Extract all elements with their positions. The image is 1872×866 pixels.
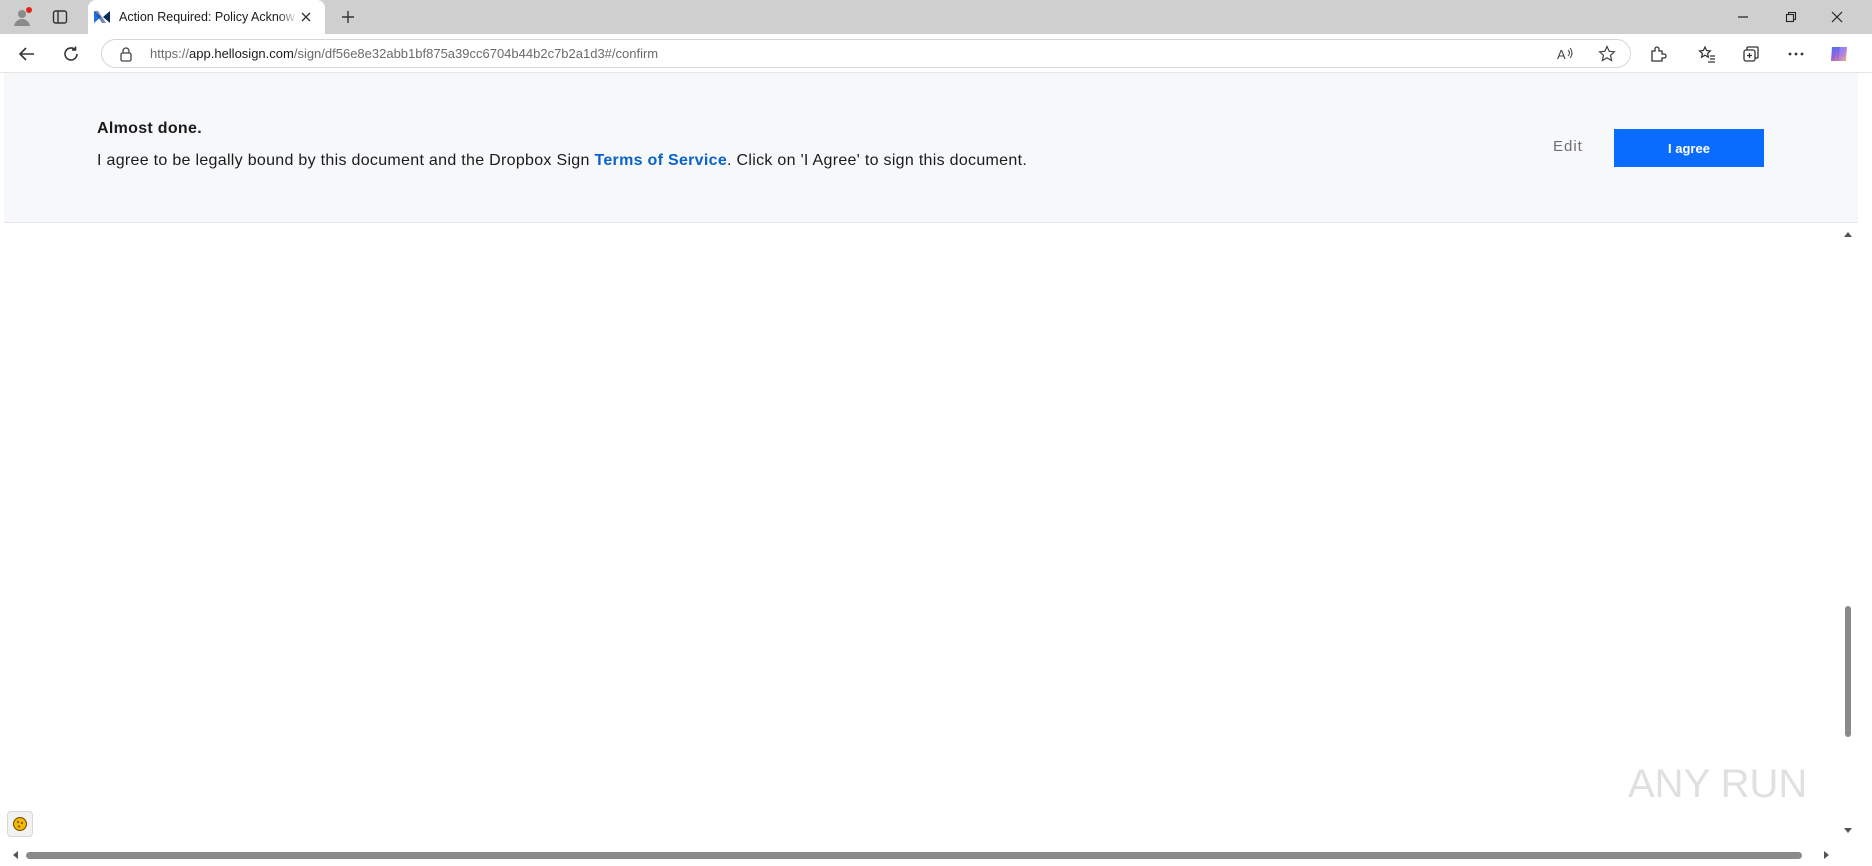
copilot-icon[interactable] <box>1826 41 1852 67</box>
i-agree-button[interactable]: I agree <box>1614 129 1764 167</box>
anyrun-watermark-logo: ANY RUN <box>1628 762 1807 806</box>
vertical-scrollbar[interactable] <box>1840 223 1855 840</box>
horizontal-scrollbar[interactable] <box>0 847 1840 863</box>
tab-actions-icon[interactable] <box>48 5 72 29</box>
scroll-right-arrow-icon[interactable] <box>1822 850 1832 860</box>
lock-icon[interactable] <box>118 46 134 62</box>
back-arrow-icon[interactable] <box>14 41 40 67</box>
extensions-icon[interactable] <box>1645 41 1671 67</box>
browser-toolbar: https://app.hellosign.com/sign/df56e8e32… <box>0 34 1872 73</box>
tab-title-fade <box>278 6 298 28</box>
more-options-icon[interactable] <box>1783 41 1809 67</box>
tab-close-icon[interactable] <box>298 9 314 25</box>
close-window-icon[interactable] <box>1814 0 1860 34</box>
favorites-list-icon[interactable] <box>1694 41 1720 67</box>
tab-title: Action Required: Policy Acknowledgement <box>119 10 295 24</box>
watermark-text: ANY RUN <box>1628 762 1807 806</box>
svg-text:A: A <box>1557 47 1566 62</box>
agreement-text-end: . Click on 'I Agree' to sign this docume… <box>727 152 1028 169</box>
profile-avatar-icon[interactable] <box>10 5 34 29</box>
banner-title: Almost done. <box>97 120 202 137</box>
terms-of-service-link[interactable]: Terms of Service <box>594 152 727 169</box>
dropbox-sign-favicon-icon <box>93 8 111 26</box>
banner-agreement-text: I agree to be legally bound by this docu… <box>97 152 1027 170</box>
horizontal-scroll-thumb[interactable] <box>26 852 1802 859</box>
scroll-down-arrow-icon[interactable] <box>1843 826 1853 836</box>
tab-active[interactable]: Action Required: Policy Acknowledgement <box>88 0 325 34</box>
restore-icon[interactable] <box>1768 0 1814 34</box>
edit-button[interactable]: Edit <box>1553 138 1583 155</box>
favorite-star-icon[interactable] <box>1597 44 1617 64</box>
browser-tab-bar: Action Required: Policy Acknowledgement <box>0 0 1872 34</box>
agreement-text-start: I agree to be legally bound by this docu… <box>97 152 595 169</box>
collections-icon[interactable] <box>1738 41 1764 67</box>
cookie-settings-icon[interactable] <box>7 811 33 837</box>
scroll-left-arrow-icon[interactable] <box>10 850 20 860</box>
url-text[interactable]: https://app.hellosign.com/sign/df56e8e32… <box>150 46 658 62</box>
read-aloud-icon[interactable]: A <box>1556 44 1576 64</box>
url-path: /sign/df56e8e32abb1bf875a39cc6704b44b2c7… <box>293 46 659 61</box>
confirm-banner: Almost done. I agree to be legally bound… <box>4 73 1858 223</box>
address-bar[interactable]: https://app.hellosign.com/sign/df56e8e32… <box>101 39 1631 68</box>
vertical-scroll-thumb[interactable] <box>1845 606 1851 737</box>
new-tab-icon[interactable] <box>336 5 360 29</box>
page-content: Almost done. I agree to be legally bound… <box>0 73 1872 866</box>
scroll-up-arrow-icon[interactable] <box>1843 229 1853 239</box>
url-host: app.hellosign.com <box>189 46 294 61</box>
refresh-icon[interactable] <box>58 41 84 67</box>
minimize-icon[interactable] <box>1720 0 1766 34</box>
url-scheme: https:// <box>150 46 190 61</box>
